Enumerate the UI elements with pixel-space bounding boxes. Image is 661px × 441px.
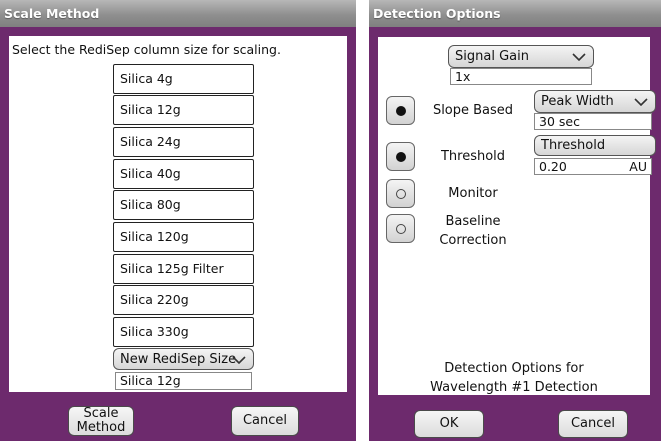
slope-based-label: Slope Based (432, 103, 514, 118)
column-option-silica-125g-filter[interactable]: Silica 125g Filter (113, 254, 254, 284)
signal-gain-dropdown[interactable]: Signal Gain (448, 45, 594, 68)
column-option-silica-330g[interactable]: Silica 330g (113, 317, 254, 347)
scale-method-button[interactable]: Scale Method (68, 406, 134, 436)
column-size-prompt: Select the RediSep column size for scali… (12, 42, 281, 57)
monitor-radio[interactable] (386, 179, 415, 208)
signal-gain-label: Signal Gain (455, 49, 529, 64)
threshold-value: 0.20 (539, 159, 567, 174)
monitor-label: Monitor (448, 186, 498, 201)
column-option-silica-40g[interactable]: Silica 40g (113, 159, 254, 189)
peak-width-value[interactable]: 30 sec (534, 113, 652, 130)
detection-options-title: Detection Options (369, 0, 661, 27)
threshold-button[interactable]: Threshold (534, 135, 656, 156)
threshold-unit: AU (629, 159, 647, 174)
radio-unselected-icon (396, 224, 406, 234)
column-option-silica-12g[interactable]: Silica 12g (113, 95, 254, 125)
ok-button[interactable]: OK (414, 410, 484, 438)
cancel-button[interactable]: Cancel (231, 406, 299, 436)
detection-footer-text: Detection Options for Wavelength #1 Detec… (430, 361, 598, 395)
column-option-silica-4g[interactable]: Silica 4g (113, 64, 254, 94)
column-option-silica-120g[interactable]: Silica 120g (113, 222, 254, 252)
peak-width-dropdown[interactable]: Peak Width (534, 90, 656, 113)
new-redisep-size-label: New RediSep Size (120, 352, 237, 367)
threshold-radio[interactable] (386, 142, 415, 171)
scale-method-dialog: Scale Method Select the RediSep column s… (0, 0, 356, 441)
scale-method-content: Select the RediSep column size for scali… (9, 36, 347, 392)
cancel-button[interactable]: Cancel (558, 410, 628, 438)
column-option-silica-220g[interactable]: Silica 220g (113, 285, 254, 315)
new-redisep-size-dropdown[interactable]: New RediSep Size (113, 348, 254, 370)
chevron-down-icon (232, 356, 246, 364)
detection-options-content: Signal Gain 1x Slope Based Peak Width 30… (378, 37, 656, 395)
baseline-correction-label: Baseline Correction (439, 214, 507, 248)
signal-gain-value[interactable]: 1x (450, 68, 592, 85)
scale-method-title: Scale Method (0, 0, 356, 27)
chevron-down-icon (572, 53, 586, 61)
scale-method-button-label: Scale Method (76, 406, 126, 435)
column-option-silica-24g[interactable]: Silica 24g (113, 127, 254, 157)
threshold-button-label: Threshold (541, 138, 606, 153)
peak-width-label: Peak Width (541, 94, 614, 109)
column-option-silica-80g[interactable]: Silica 80g (113, 190, 254, 220)
threshold-value-field[interactable]: 0.20 AU (534, 158, 652, 175)
threshold-label: Threshold (440, 149, 506, 164)
detection-options-dialog: Detection Options Signal Gain 1x Slope B… (369, 0, 661, 441)
radio-selected-icon (396, 106, 406, 116)
radio-unselected-icon (396, 189, 406, 199)
radio-selected-icon (396, 152, 406, 162)
selected-size-field[interactable]: Silica 12g (115, 372, 252, 390)
baseline-correction-radio[interactable] (386, 214, 415, 243)
chevron-down-icon (634, 98, 648, 106)
slope-based-radio[interactable] (386, 96, 415, 125)
